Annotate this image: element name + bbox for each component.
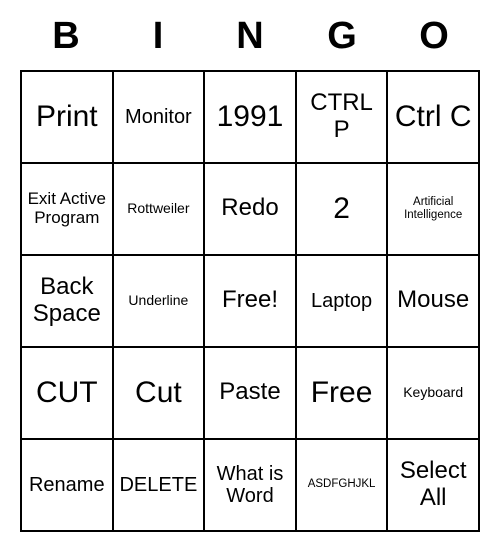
bingo-cell[interactable]: Keyboard (388, 348, 480, 440)
bingo-cell[interactable]: Underline (114, 256, 206, 348)
bingo-cell[interactable]: CTRL P (297, 72, 389, 164)
bingo-header-b: B (20, 13, 112, 66)
bingo-header-o: O (388, 13, 480, 66)
bingo-cell[interactable]: Free! (205, 256, 297, 348)
bingo-cell[interactable]: DELETE (114, 440, 206, 532)
bingo-header-n: N (204, 13, 296, 66)
bingo-cell[interactable]: ASDFGHJKL (297, 440, 389, 532)
bingo-cell[interactable]: Mouse (388, 256, 480, 348)
bingo-cell[interactable]: Laptop (297, 256, 389, 348)
bingo-cell[interactable]: Rename (22, 440, 114, 532)
bingo-row: RenameDELETEWhat is WordASDFGHJKLSelect … (22, 440, 480, 532)
bingo-row: CUTCutPasteFreeKeyboard (22, 348, 480, 440)
bingo-cell[interactable]: Cut (114, 348, 206, 440)
bingo-row: Back SpaceUnderlineFree!LaptopMouse (22, 256, 480, 348)
bingo-cell[interactable]: Ctrl C (388, 72, 480, 164)
bingo-cell[interactable]: What is Word (205, 440, 297, 532)
bingo-row: PrintMonitor1991CTRL PCtrl C (22, 72, 480, 164)
bingo-cell[interactable]: Artificial Intelligence (388, 164, 480, 256)
bingo-cell[interactable]: Free (297, 348, 389, 440)
bingo-grid: PrintMonitor1991CTRL PCtrl CExit Active … (20, 70, 480, 532)
bingo-cell[interactable]: Print (22, 72, 114, 164)
bingo-card: B I N G O PrintMonitor1991CTRL PCtrl CEx… (20, 13, 480, 532)
bingo-cell[interactable]: Redo (205, 164, 297, 256)
bingo-cell[interactable]: CUT (22, 348, 114, 440)
bingo-cell[interactable]: Paste (205, 348, 297, 440)
bingo-header-row: B I N G O (20, 13, 480, 66)
bingo-cell[interactable]: Back Space (22, 256, 114, 348)
bingo-header-g: G (296, 13, 388, 66)
bingo-row: Exit Active ProgramRottweilerRedo2Artifi… (22, 164, 480, 256)
bingo-cell[interactable]: 1991 (205, 72, 297, 164)
bingo-cell[interactable]: Select All (388, 440, 480, 532)
bingo-cell[interactable]: Exit Active Program (22, 164, 114, 256)
bingo-cell[interactable]: Monitor (114, 72, 206, 164)
bingo-cell[interactable]: Rottweiler (114, 164, 206, 256)
bingo-header-i: I (112, 13, 204, 66)
bingo-cell[interactable]: 2 (297, 164, 389, 256)
